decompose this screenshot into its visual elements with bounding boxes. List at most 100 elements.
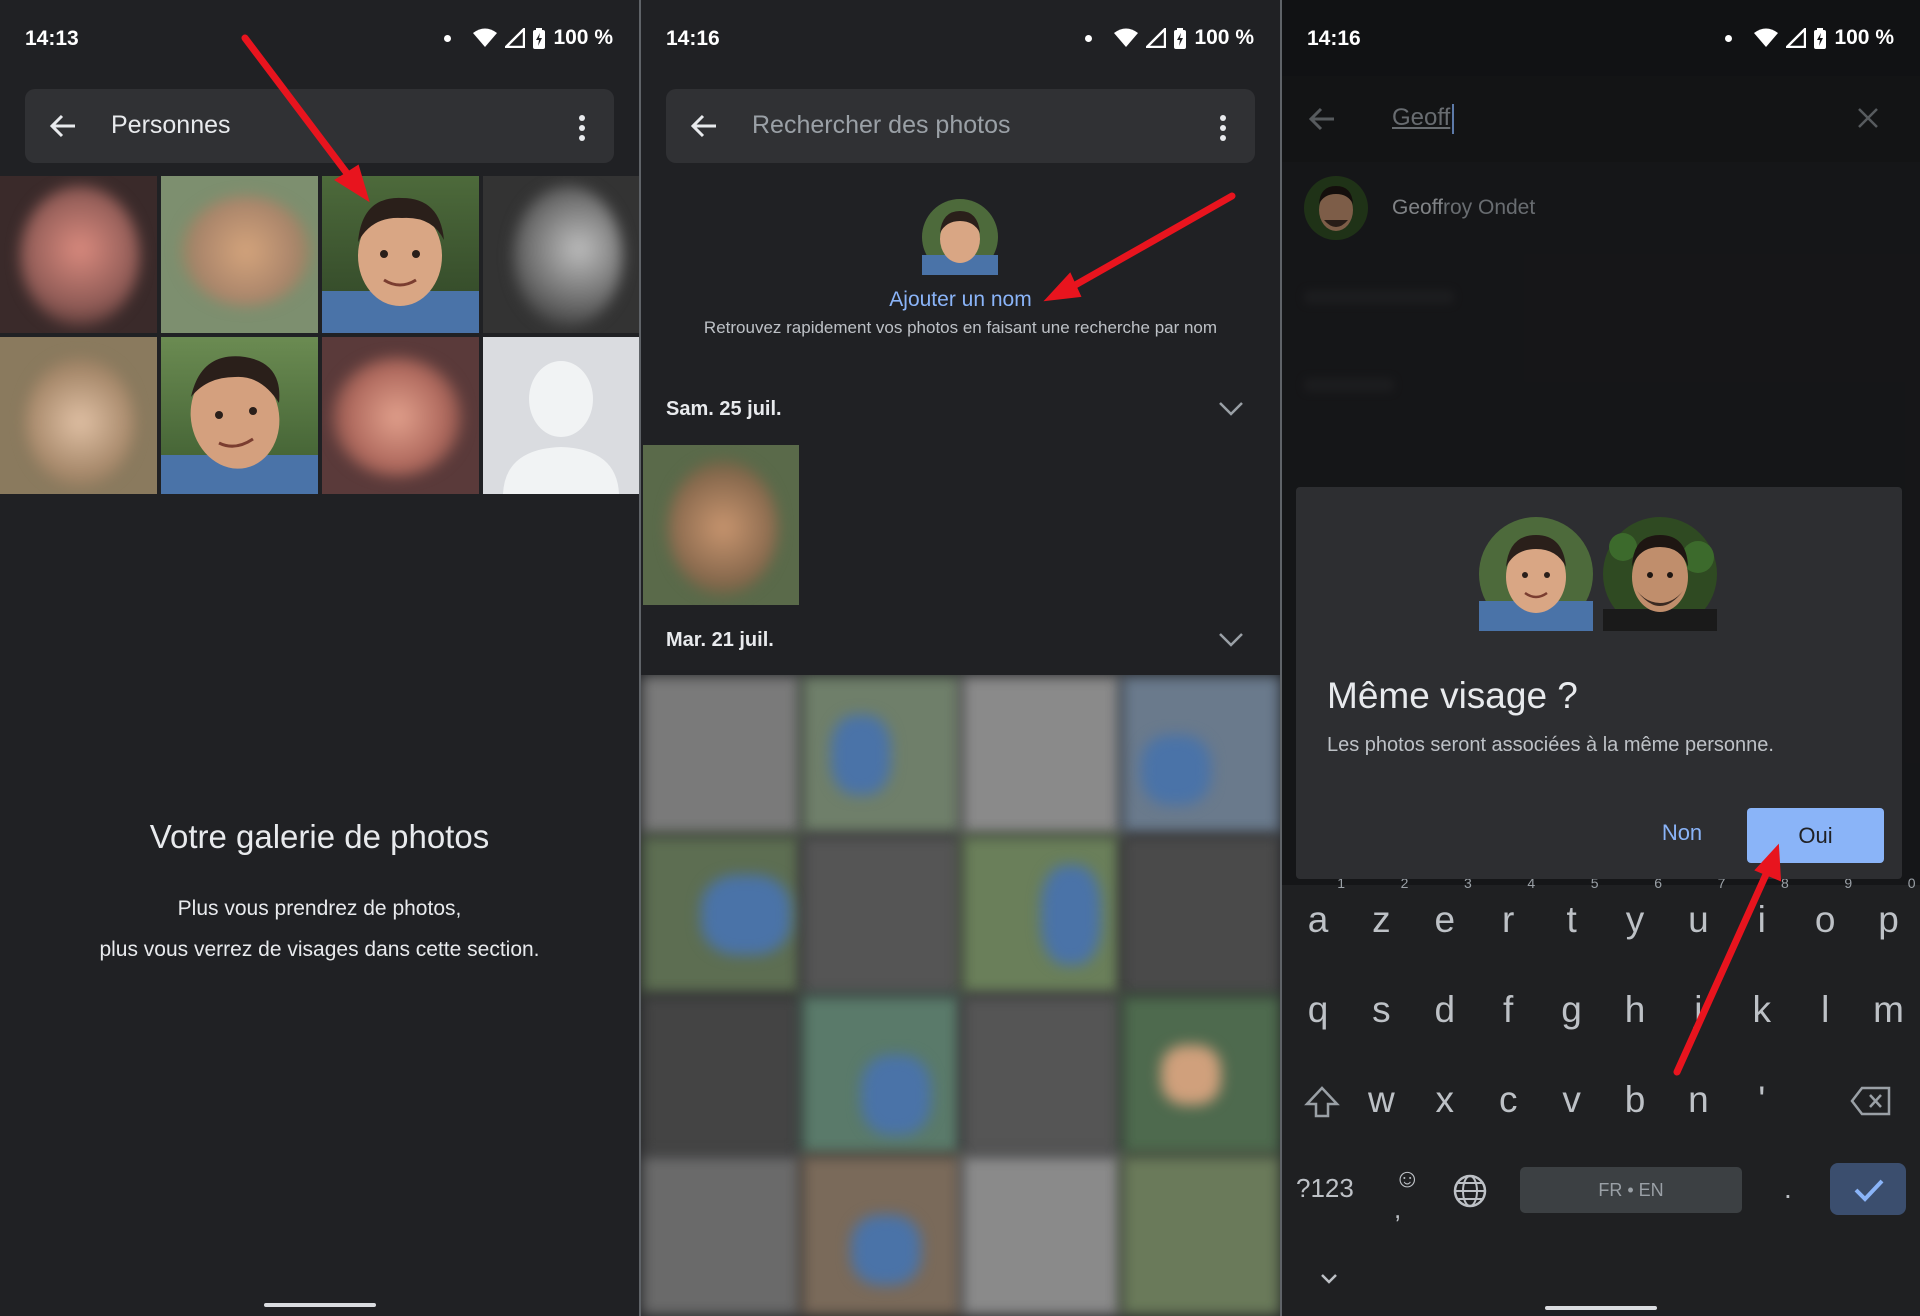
key-j[interactable]: j (1669, 989, 1727, 1031)
key-apostrophe[interactable]: ' (1733, 1079, 1791, 1121)
key-o[interactable]: 9o (1796, 875, 1854, 941)
key-label: t (1566, 899, 1577, 940)
top-app-bar: Personnes (25, 89, 614, 163)
shift-icon[interactable] (1304, 1085, 1340, 1119)
key-v[interactable]: v (1543, 1079, 1601, 1121)
enter-key[interactable] (1830, 1163, 1906, 1215)
dialog-text: Les photos seront associées à la même pe… (1327, 734, 1774, 756)
keyboard: 1 a 2 z 3 e 4 r 5 t 6 y 7 u 8 i 9 o 0 p q s d f g h j k l m w x c v b n ' ?1… (1282, 875, 1920, 1316)
notification-dot-icon (1085, 34, 1093, 42)
name-assign-screen: 14:16 100 % Geoff Geoffroy Ondet 1a2z3e4… (1282, 0, 1920, 1316)
signal-icon (1146, 28, 1167, 48)
wifi-icon (1754, 28, 1779, 47)
key-g[interactable]: g (1543, 989, 1601, 1031)
battery-icon (1174, 27, 1187, 49)
key-p[interactable]: 0p (1860, 875, 1918, 941)
key-f[interactable]: f (1479, 989, 1537, 1031)
chevron-down-icon[interactable] (1218, 401, 1244, 417)
person-placeholder-icon (503, 361, 619, 494)
key-h[interactable]: h (1606, 989, 1664, 1031)
photo-thumbnail[interactable] (643, 445, 799, 605)
battery-level: 100 % (553, 26, 613, 49)
key-z[interactable]: 2z (1352, 875, 1410, 941)
signal-icon (1786, 28, 1807, 48)
key-label: p (1878, 899, 1899, 940)
merge-faces-dialog: Même visage ? Les photos seront associée… (1296, 487, 1902, 879)
home-indicator[interactable] (1545, 1306, 1657, 1310)
key-b[interactable]: b (1606, 1079, 1664, 1121)
space-bar[interactable]: FR • EN (1520, 1167, 1742, 1213)
key-label: o (1814, 899, 1836, 940)
person-detail-screen: 14:16 100 % Rechercher des photos Ajoute… (641, 0, 1280, 1316)
key-s[interactable]: s (1352, 989, 1410, 1031)
key-q[interactable]: q (1289, 989, 1347, 1031)
face-tile[interactable] (322, 337, 479, 494)
key-y[interactable]: 6y (1606, 875, 1664, 941)
key-label: r (1502, 899, 1515, 940)
key-x[interactable]: x (1416, 1079, 1474, 1121)
status-bar: 14:13 100 % (0, 0, 639, 76)
key-e[interactable]: 3e (1416, 875, 1474, 941)
empty-state-line-1: Plus vous prendrez de photos, (177, 897, 462, 920)
key-hint: 0 (1907, 875, 1916, 891)
key-label: u (1688, 899, 1709, 940)
key-w[interactable]: w (1352, 1079, 1410, 1121)
key-u[interactable]: 7u (1669, 875, 1727, 941)
key-label: i (1757, 899, 1766, 940)
face-tile[interactable] (161, 176, 318, 333)
battery-level: 100 % (1194, 26, 1254, 49)
status-bar: 14:16 100 % (1282, 0, 1920, 76)
key-i[interactable]: 8i (1733, 875, 1791, 941)
key-c[interactable]: c (1479, 1079, 1537, 1121)
key-t[interactable]: 5t (1543, 875, 1601, 941)
add-name-link[interactable]: Ajouter un nom (641, 288, 1280, 312)
face-tile[interactable] (0, 176, 157, 333)
chevron-down-icon[interactable] (1218, 632, 1244, 648)
people-screen: 14:13 100 % Personnes Votre galerie de p… (0, 0, 639, 1316)
placeholder-face-tile[interactable] (483, 337, 639, 494)
numbers-key[interactable]: ?123 (1296, 1173, 1354, 1204)
key-l[interactable]: l (1796, 989, 1854, 1031)
back-arrow-icon[interactable] (47, 110, 79, 142)
empty-state-line-2: plus vous verrez de visages dans cette s… (99, 938, 540, 961)
add-name-hint: Retrouvez rapidement vos photos en faisa… (703, 318, 1218, 337)
yes-button[interactable]: Oui (1747, 808, 1884, 863)
face-tile[interactable] (161, 337, 318, 494)
key-n[interactable]: n (1669, 1079, 1727, 1121)
more-options-icon[interactable] (578, 113, 586, 141)
globe-icon[interactable] (1452, 1173, 1488, 1209)
search-bar[interactable]: Rechercher des photos (666, 89, 1255, 163)
status-bar: 14:16 100 % (641, 0, 1280, 76)
clock: 14:16 (1307, 27, 1361, 50)
person-avatar[interactable] (922, 199, 998, 275)
home-indicator[interactable] (263, 1303, 376, 1307)
key-d[interactable]: d (1416, 989, 1474, 1031)
key-label: z (1372, 899, 1391, 940)
face-avatar-2 (1603, 517, 1717, 631)
empty-state-title: Votre galerie de photos (149, 818, 490, 855)
back-arrow-icon[interactable] (688, 110, 720, 142)
more-options-icon[interactable] (1219, 113, 1227, 141)
notification-dot-icon (1725, 34, 1733, 42)
photo-grid (641, 675, 1280, 1316)
key-k[interactable]: k (1733, 989, 1791, 1031)
key-r[interactable]: 4r (1479, 875, 1537, 941)
battery-icon (1814, 27, 1827, 49)
backspace-icon[interactable] (1850, 1086, 1892, 1116)
key-m[interactable]: m (1860, 989, 1918, 1031)
no-button[interactable]: Non (1634, 808, 1730, 858)
clock: 14:13 (25, 27, 79, 50)
page-title: Personnes (111, 111, 231, 139)
emoji-comma-key[interactable]: ☺, (1394, 1163, 1421, 1225)
key-a[interactable]: 1a (1289, 875, 1347, 941)
wifi-icon (1114, 28, 1139, 47)
face-tile[interactable] (0, 337, 157, 494)
search-placeholder[interactable]: Rechercher des photos (752, 111, 1010, 140)
date-header: Mar. 21 juil. (666, 629, 774, 651)
period-key[interactable]: . (1784, 1173, 1792, 1205)
face-tile[interactable] (483, 176, 639, 333)
face-tile-selected[interactable] (322, 176, 479, 333)
signal-icon (505, 28, 526, 48)
dialog-title: Même visage ? (1327, 675, 1578, 716)
hide-keyboard-icon[interactable] (1320, 1273, 1338, 1285)
